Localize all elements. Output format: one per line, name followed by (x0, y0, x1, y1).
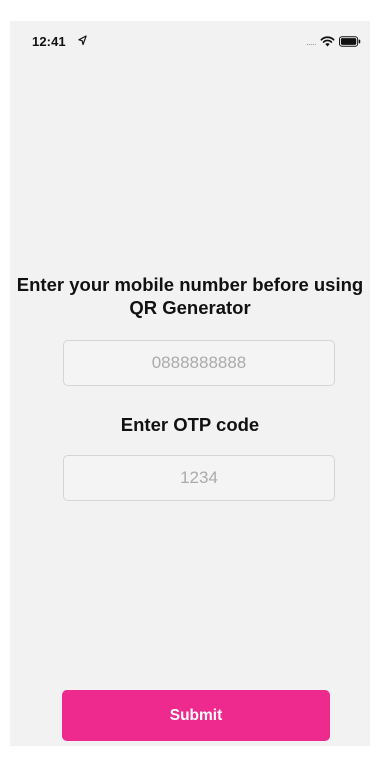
battery-icon (339, 35, 361, 47)
status-time: 12:41 (32, 34, 66, 49)
wifi-icon (320, 35, 335, 47)
mobile-number-prompt: Enter your mobile number before using QR… (16, 274, 364, 318)
otp-code-input[interactable] (63, 455, 335, 501)
signal-dots-icon: ..... (305, 36, 317, 47)
otp-label: Enter OTP code (120, 414, 260, 435)
submit-button[interactable]: Submit (62, 690, 330, 741)
status-bar: 12:41 ..... (10, 21, 370, 69)
location-arrow-icon (78, 35, 87, 46)
mobile-number-input[interactable] (63, 340, 335, 386)
status-indicators: ..... (306, 34, 361, 48)
app-screen: 12:41 ..... Enter your mobile number bef… (10, 21, 370, 746)
